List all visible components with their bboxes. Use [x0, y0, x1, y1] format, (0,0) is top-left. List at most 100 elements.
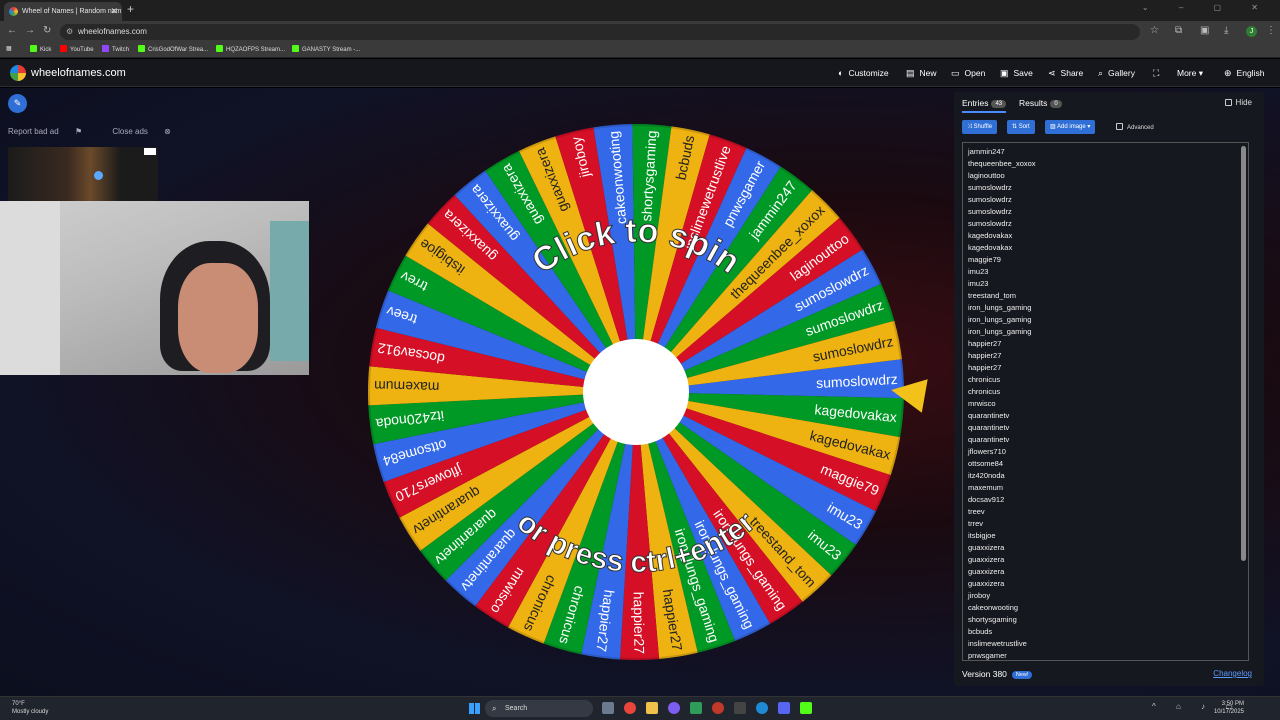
entry-line[interactable]: pnwsgamer [968, 650, 1243, 660]
entry-line[interactable]: jammin247 [968, 146, 1243, 158]
shuffle-button[interactable]: ⤨ Shuffle [962, 120, 998, 134]
entry-line[interactable]: maxemum [968, 482, 1243, 494]
share-button[interactable]: ⋖ Share [1048, 68, 1083, 79]
customize-button[interactable]: ◐ Customize [838, 68, 889, 78]
entry-line[interactable]: laginouttoo [968, 170, 1243, 182]
entry-line[interactable]: happier27 [968, 362, 1243, 374]
bookmark-item[interactable]: Twitch [102, 45, 129, 53]
entry-line[interactable]: thequeenbee_xoxox [968, 158, 1243, 170]
new-button[interactable]: ▤ New [906, 68, 937, 79]
entry-line[interactable]: iron_lungs_gaming [968, 302, 1243, 314]
entry-line[interactable]: mrwisco [968, 398, 1243, 410]
entry-line[interactable]: itz420noda [968, 470, 1243, 482]
entry-line[interactable]: guaxxizera [968, 542, 1243, 554]
kick-icon[interactable] [800, 702, 812, 714]
close-ads-link[interactable]: Close ads ⊗ [112, 127, 185, 136]
advanced-toggle[interactable]: Advanced [1116, 123, 1154, 131]
ad-video-thumbnail[interactable] [8, 147, 158, 202]
fullscreen-button[interactable]: ⛶ [1153, 68, 1164, 79]
entry-line[interactable]: guaxxizera [968, 578, 1243, 590]
wheel-logo-icon[interactable] [10, 65, 26, 81]
clock[interactable]: 3:50 PM 10/17/2025 [1214, 700, 1244, 716]
entry-line[interactable]: quarantinetv [968, 410, 1243, 422]
entry-line[interactable]: ottsome84 [968, 458, 1243, 470]
url-field[interactable]: ⚙ wheelofnames.com [60, 24, 1140, 40]
close-tab-icon[interactable]: ✕ [110, 2, 118, 21]
browser-tab[interactable]: Wheel of Names | Random nam ✕ [4, 2, 122, 21]
ad-choices-icon[interactable] [144, 148, 156, 155]
chrome-icon[interactable] [624, 702, 636, 714]
entry-line[interactable]: kagedovakax [968, 242, 1243, 254]
taskbar-search[interactable]: ⌕ Search [485, 700, 593, 717]
entry-line[interactable]: imu23 [968, 278, 1243, 290]
entry-line[interactable]: treestand_tom [968, 290, 1243, 302]
save-button[interactable]: ▣ Save [1000, 68, 1033, 79]
windows-start-icon[interactable] [469, 703, 480, 714]
forward-icon[interactable]: → [25, 25, 35, 36]
entry-line[interactable]: imu23 [968, 266, 1243, 278]
entry-line[interactable]: itsbigjoe [968, 530, 1243, 542]
entry-line[interactable]: iron_lungs_gaming [968, 314, 1243, 326]
entry-line[interactable]: quarantinetv [968, 434, 1243, 446]
entry-line[interactable]: treev [968, 506, 1243, 518]
site-info-icon[interactable]: ⚙ [66, 24, 73, 40]
profile-avatar[interactable]: J [1246, 26, 1257, 37]
entry-line[interactable]: happier27 [968, 338, 1243, 350]
edge-icon[interactable] [756, 702, 768, 714]
task-view-icon[interactable] [602, 702, 614, 714]
weather-widget[interactable]: 70°F Mostly cloudy [12, 700, 48, 716]
entry-line[interactable]: quarantinetv [968, 422, 1243, 434]
entries-scrollbar[interactable] [1241, 146, 1246, 561]
entries-textarea[interactable]: jammin247 thequeenbee_xoxox laginouttoo sum… [962, 142, 1249, 661]
menu-icon[interactable]: ⋮ [1266, 25, 1276, 36]
tab-entries[interactable]: Entries 43 [962, 98, 1007, 113]
download-icon[interactable]: ⤓ [1224, 25, 1228, 36]
sort-button[interactable]: ⇅ Sort [1007, 120, 1035, 134]
hide-checkbox[interactable] [1224, 99, 1232, 106]
report-ad-link[interactable]: Report bad ad ⚑ [8, 127, 96, 136]
entry-line[interactable]: chronicus [968, 374, 1243, 386]
entry-line[interactable]: chronicus [968, 386, 1243, 398]
entry-line[interactable]: guaxxizera [968, 554, 1243, 566]
edit-pencil-button[interactable]: ✎ [8, 94, 27, 113]
bookmark-item[interactable]: GANASTY Stream -... [292, 45, 360, 53]
xbox-icon[interactable] [690, 702, 702, 714]
entry-line[interactable]: jflowers710 [968, 446, 1243, 458]
app-icon[interactable] [668, 702, 680, 714]
gallery-button[interactable]: ⌕ Gallery [1098, 68, 1135, 79]
reload-icon[interactable]: ↻ [43, 25, 51, 36]
bookmark-star-icon[interactable]: ☆ [1150, 25, 1159, 36]
entry-line[interactable]: happier27 [968, 350, 1243, 362]
bookmark-item[interactable]: CrisGodOfWar Strea... [138, 45, 208, 53]
entry-line[interactable]: inslimewetrustlive [968, 638, 1243, 650]
bookmark-item[interactable]: Kick [30, 45, 51, 53]
entry-line[interactable]: trrev [968, 518, 1243, 530]
discord-icon[interactable] [778, 702, 790, 714]
wheel-center[interactable] [583, 339, 689, 445]
more-button[interactable]: More ▾ [1177, 68, 1203, 79]
bookmark-item[interactable]: YouTube [60, 45, 94, 53]
bookmark-item[interactable]: HQZAOFPS Stream... [216, 45, 285, 53]
language-button[interactable]: ⊕ English [1224, 68, 1264, 79]
entry-line[interactable]: docsav912 [968, 494, 1243, 506]
entry-line[interactable]: maggie79 [968, 254, 1243, 266]
new-tab-icon[interactable]: + [127, 2, 134, 16]
entry-line[interactable]: iron_lungs_gaming [968, 326, 1243, 338]
entry-line[interactable]: guaxxizera [968, 566, 1243, 578]
entry-line[interactable]: sumoslowdrz [968, 194, 1243, 206]
file-explorer-icon[interactable] [646, 702, 658, 714]
advanced-checkbox[interactable] [1116, 123, 1123, 130]
entry-line[interactable]: sumoslowdrz [968, 218, 1243, 230]
open-button[interactable]: ▭ Open [951, 68, 985, 79]
wheel[interactable]: sumoslowdrz kagedovakax kagedovakax maggie7… [368, 124, 904, 660]
app-icon[interactable] [712, 702, 724, 714]
apps-icon[interactable]: ▦ [6, 45, 12, 52]
window-controls[interactable]: ⌄ – ▢ ✕ [1142, 3, 1272, 12]
entry-line[interactable]: kagedovakax [968, 230, 1243, 242]
add-image-button[interactable]: ▨ Add image ▾ [1045, 120, 1096, 134]
back-icon[interactable]: ← [7, 25, 17, 36]
entry-line[interactable]: sumoslowdrz [968, 182, 1243, 194]
extensions-icon[interactable]: ⧉ [1175, 25, 1182, 36]
wheel-svg[interactable]: sumoslowdrzkagedovakaxkagedovakaxmaggie7… [368, 124, 904, 660]
entry-line[interactable]: bcbuds [968, 626, 1243, 638]
